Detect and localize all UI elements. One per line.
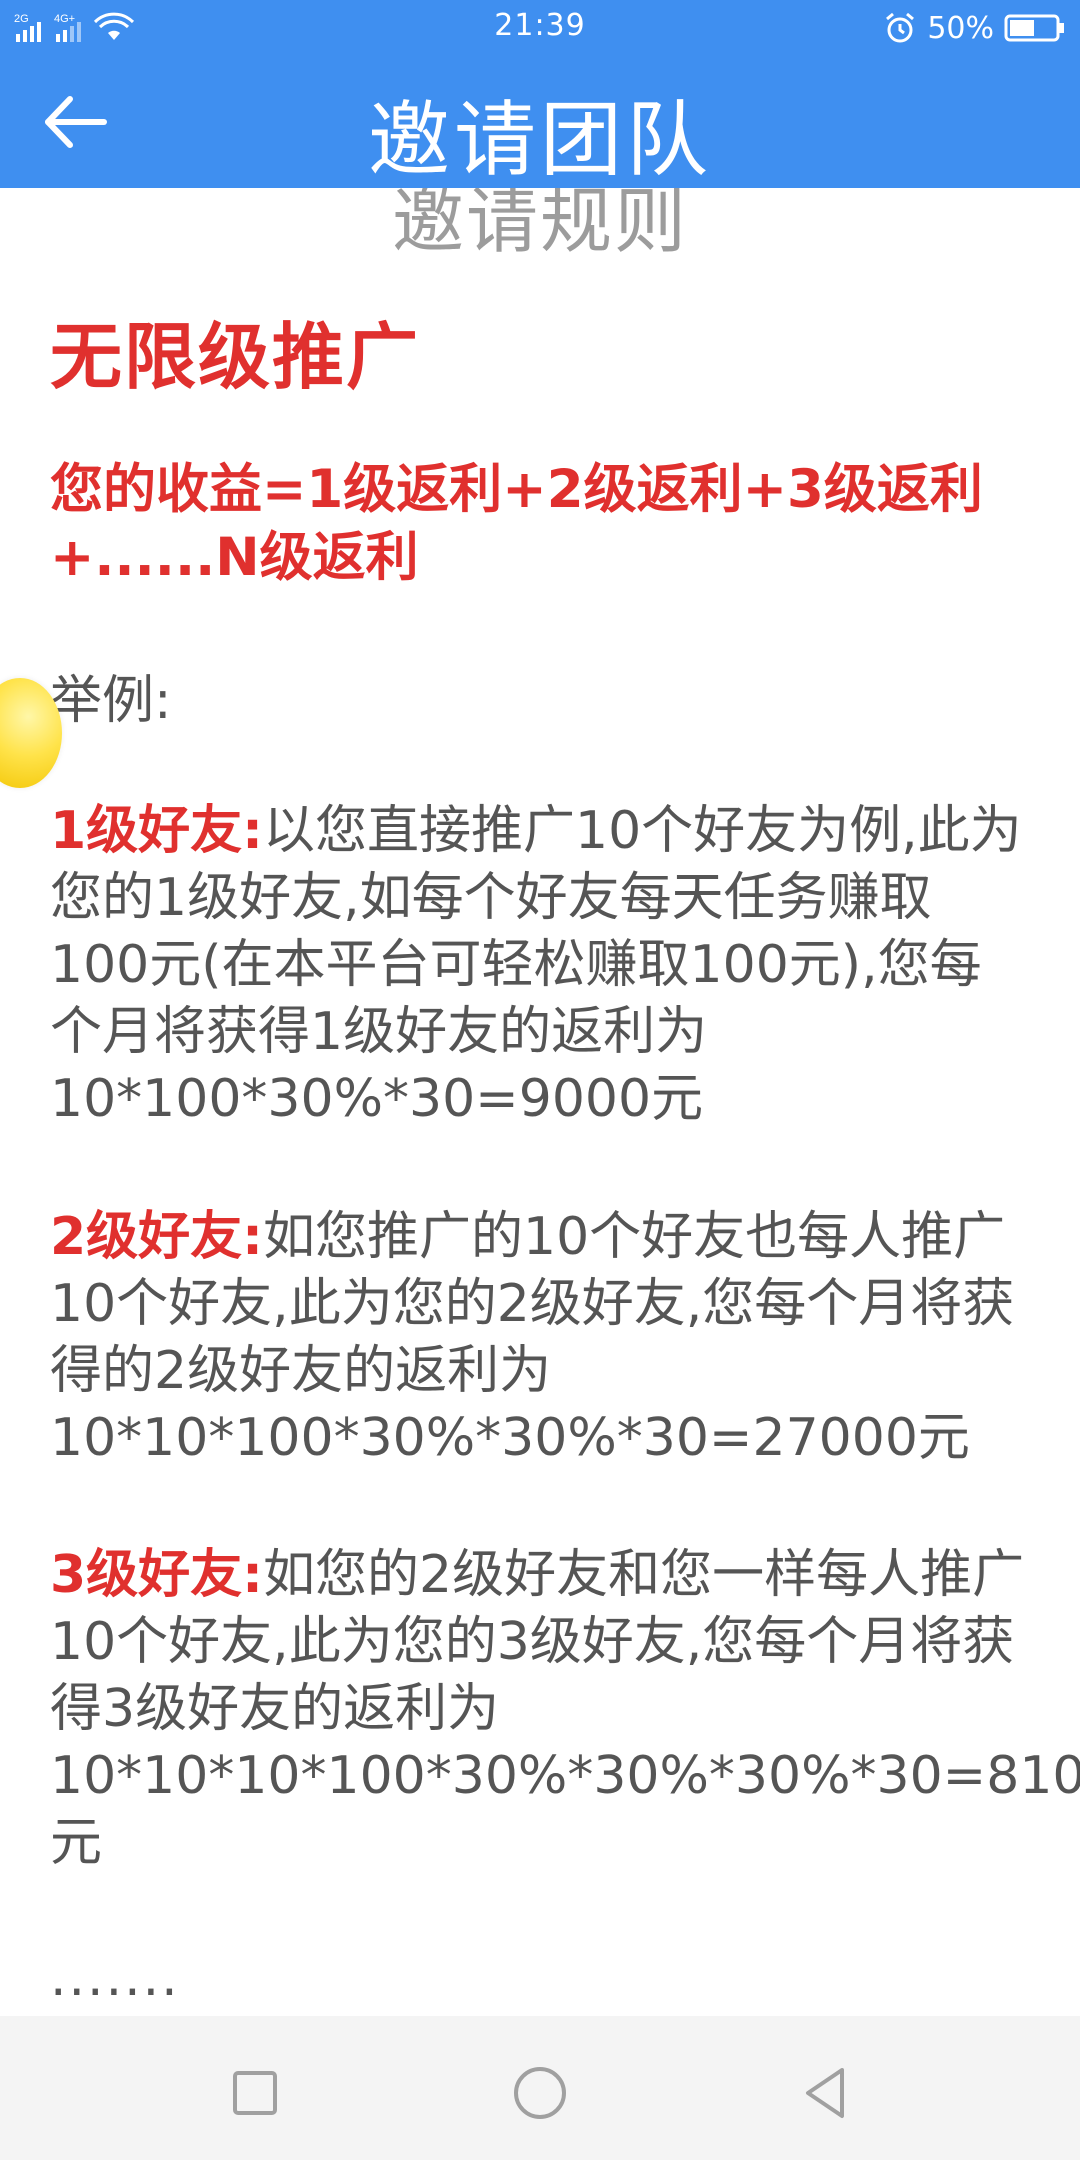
- battery-icon: [1004, 14, 1064, 42]
- level-3-label: 3级好友:: [50, 1545, 263, 1605]
- status-right-group: 50%: [883, 8, 1066, 48]
- level-3-paragraph: 3级好友:如您的2级好友和您一样每人推广10个好友,此为您的3级好友,您每个月将…: [50, 1542, 1080, 1877]
- back-triangle-icon: [806, 2068, 844, 2118]
- level-2-paragraph: 2级好友:如您推广的10个好友也每人推广10个好友,此为您的2级好友,您每个月将…: [50, 1204, 1030, 1472]
- earnings-formula: 您的收益=1级返利+2级返利+3级返利+......N级返利: [50, 459, 983, 588]
- app-bar: 邀请团队: [0, 55, 1080, 188]
- recents-square-icon: [233, 2071, 277, 2115]
- home-circle-icon: [514, 2067, 566, 2119]
- rules-content[interactable]: 邀请规则 无限级推广 您的收益=1级返利+2级返利+3级返利+......N级返…: [0, 188, 1080, 2016]
- example-label: 举例:: [50, 671, 172, 731]
- recents-button[interactable]: [220, 2058, 290, 2128]
- page-title: 邀请团队: [367, 93, 712, 188]
- level-2-label: 2级好友:: [50, 1207, 263, 1267]
- status-bar: 2G 4G+ 21:39 50%: [0, 0, 1080, 55]
- level-1-label: 1级好友:: [50, 801, 263, 861]
- rules-heading: 邀请规则: [391, 188, 688, 263]
- invite-team-screen: 2G 4G+ 21:39 50% 邀请团队 邀请规则 无限级推广 您的收益=1级…: [0, 0, 1080, 2160]
- battery-percent: 50%: [927, 10, 994, 46]
- home-button[interactable]: [505, 2058, 575, 2128]
- nav-back-button[interactable]: [790, 2058, 860, 2128]
- system-nav-bar: [0, 2016, 1080, 2160]
- more-ellipsis: .......: [50, 1948, 180, 2008]
- level-1-paragraph: 1级好友:以您直接推广10个好友为例,此为您的1级好友,如每个好友每天任务赚取1…: [50, 798, 1030, 1133]
- alarm-icon: [886, 12, 915, 43]
- promo-title: 无限级推广: [50, 315, 421, 399]
